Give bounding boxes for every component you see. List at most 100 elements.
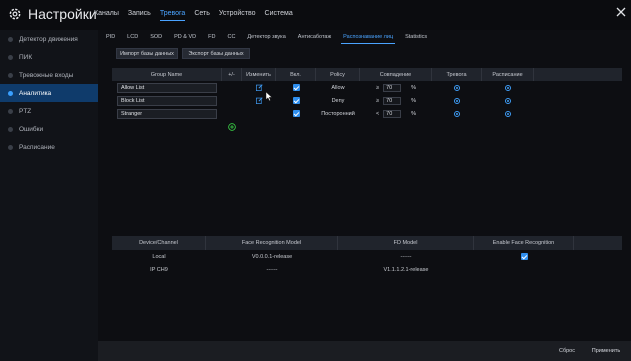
col-filler (574, 236, 622, 250)
top-bar: Настройки Каналы Запись Тревога Сеть Уст… (0, 0, 631, 30)
sidebar-item-ptz[interactable]: PTZ (0, 102, 98, 120)
col-edit: Изменить (242, 68, 276, 81)
sidebar-item-schedule[interactable]: Расписание (0, 138, 98, 156)
bullet-icon (8, 144, 13, 150)
tab-pd-vd[interactable]: PD & VD (172, 32, 198, 44)
col-enabled: Вкл. (276, 68, 316, 81)
bullet-icon (8, 108, 13, 114)
group-name-field[interactable]: Allow List (117, 82, 217, 93)
app-title: Настройки (8, 6, 97, 22)
main-nav-item[interactable]: Каналы (94, 10, 119, 21)
tab-anti-sabotage[interactable]: Антисаботаж (296, 32, 333, 44)
col-alarm: Тревога (432, 68, 482, 81)
group-name-field[interactable]: Stranger (117, 108, 217, 119)
match-threshold-input[interactable]: 70 (383, 96, 402, 105)
apply-button[interactable]: Применить (586, 345, 626, 356)
sidebar-item-label: Детектор движения (19, 35, 78, 43)
table-header: Device/Channel Face Recognition Model FD… (112, 236, 622, 250)
tab-fd[interactable]: FD (206, 32, 217, 44)
tab-pid[interactable]: PID (104, 32, 117, 44)
main-nav-item-active[interactable]: Тревога (159, 10, 186, 21)
import-database-button[interactable]: Импорт базы данных (116, 48, 178, 59)
match-unit: % (411, 110, 417, 117)
fr-model-cell: ------ (266, 266, 278, 273)
bullet-icon (8, 72, 13, 78)
table-row: Local V0.0.0.1-release ------ (112, 250, 622, 263)
settings-gear-icon (9, 8, 21, 20)
col-enable-face-recognition: Enable Face Recognition (474, 236, 574, 250)
sidebar-item-label: Ошибки (19, 125, 44, 133)
alarm-settings-icon[interactable] (454, 97, 460, 104)
tab-sod[interactable]: SOD (148, 32, 164, 44)
match-unit: % (411, 97, 416, 104)
table-header: Group Name +/- Изменить Вкл. Policy Совп… (112, 68, 622, 81)
match-unit: % (411, 84, 416, 91)
tab-statistics[interactable]: Statistics (403, 32, 429, 44)
device-cell: IP CH9 (150, 266, 168, 273)
enable-checkbox[interactable] (292, 84, 300, 91)
sidebar: Детектор движения ПИК Тревожные входы Ан… (0, 30, 98, 361)
main-nav-item[interactable]: Запись (128, 10, 151, 21)
sub-tabs: PID LCD SOD PD & VD FD CC Детектор звука… (104, 32, 429, 44)
schedule-settings-icon[interactable] (505, 110, 511, 117)
sidebar-item-label: Расписание (19, 143, 55, 151)
main-nav-item[interactable]: Устройство (219, 10, 256, 21)
col-fd-model: FD Model (338, 236, 474, 250)
sidebar-item-label: PTZ (19, 107, 32, 115)
policy-value: Посторонний (321, 110, 355, 117)
schedule-settings-icon[interactable] (505, 97, 511, 104)
col-match: Совпадение (360, 68, 432, 81)
main-nav-item[interactable]: Сеть (194, 10, 210, 21)
tab-cc[interactable]: CC (225, 32, 237, 44)
policy-value: Allow (331, 84, 345, 91)
fd-model-cell: ------ (400, 253, 412, 260)
enable-checkbox[interactable] (292, 97, 300, 104)
col-add-remove: +/- (222, 68, 242, 81)
group-name-field[interactable]: Block List (117, 95, 217, 106)
alarm-settings-icon[interactable] (454, 110, 460, 117)
match-operator: < (375, 110, 380, 117)
edit-icon[interactable] (255, 84, 263, 91)
sidebar-item-motion[interactable]: Детектор движения (0, 30, 98, 48)
main-nav: Каналы Запись Тревога Сеть Устройство Си… (94, 10, 293, 21)
table-row: Allow List Allow ≥70% (112, 81, 622, 94)
content-panel: PID LCD SOD PD & VD FD CC Детектор звука… (98, 30, 631, 361)
sidebar-item-label: ПИК (19, 53, 33, 61)
model-table: Device/Channel Face Recognition Model FD… (112, 236, 622, 276)
bullet-icon (8, 54, 13, 60)
sidebar-item-alarm-inputs[interactable]: Тревожные входы (0, 66, 98, 84)
close-icon[interactable] (615, 6, 627, 18)
alarm-settings-icon[interactable] (454, 84, 460, 91)
fd-model-cell: V1.1.1.2.1-release (383, 266, 429, 273)
device-cell: Local (152, 253, 166, 260)
col-policy: Policy (316, 68, 360, 81)
mouse-cursor-icon (266, 92, 273, 101)
reset-button[interactable]: Сброс (552, 345, 582, 356)
fr-model-cell: V0.0.0.1-release (251, 253, 293, 260)
col-device-channel: Device/Channel (112, 236, 206, 250)
match-threshold-input[interactable]: 70 (383, 109, 402, 118)
sidebar-item-analytics[interactable]: Аналитика (0, 84, 98, 102)
schedule-settings-icon[interactable] (505, 84, 511, 91)
sidebar-item-pir[interactable]: ПИК (0, 48, 98, 66)
enable-checkbox[interactable] (292, 110, 300, 117)
app-title-text: Настройки (28, 6, 97, 22)
col-schedule: Расписание (482, 68, 534, 81)
edit-icon[interactable] (255, 97, 263, 104)
col-filler (534, 68, 622, 81)
match-operator: ≥ (376, 97, 380, 104)
match-threshold-input[interactable]: 70 (383, 83, 402, 92)
tab-face-recognition[interactable]: Распознавание лиц (341, 32, 396, 44)
main-nav-item[interactable]: Система (265, 10, 293, 21)
tab-sound-detection[interactable]: Детектор звука (245, 32, 287, 44)
export-database-button[interactable]: Экспорт базы данных (182, 48, 250, 59)
sidebar-item-errors[interactable]: Ошибки (0, 120, 98, 138)
bottom-bar: Сброс Применить (98, 341, 631, 361)
col-face-recognition-model: Face Recognition Model (206, 236, 338, 250)
table-row: Block List Deny ≥70% (112, 94, 622, 107)
face-group-table: Group Name +/- Изменить Вкл. Policy Совп… (112, 68, 622, 133)
tab-lcd[interactable]: LCD (125, 32, 140, 44)
match-operator: ≥ (376, 84, 380, 91)
add-group-icon[interactable] (228, 122, 236, 131)
enable-face-recognition-checkbox[interactable] (520, 253, 528, 260)
